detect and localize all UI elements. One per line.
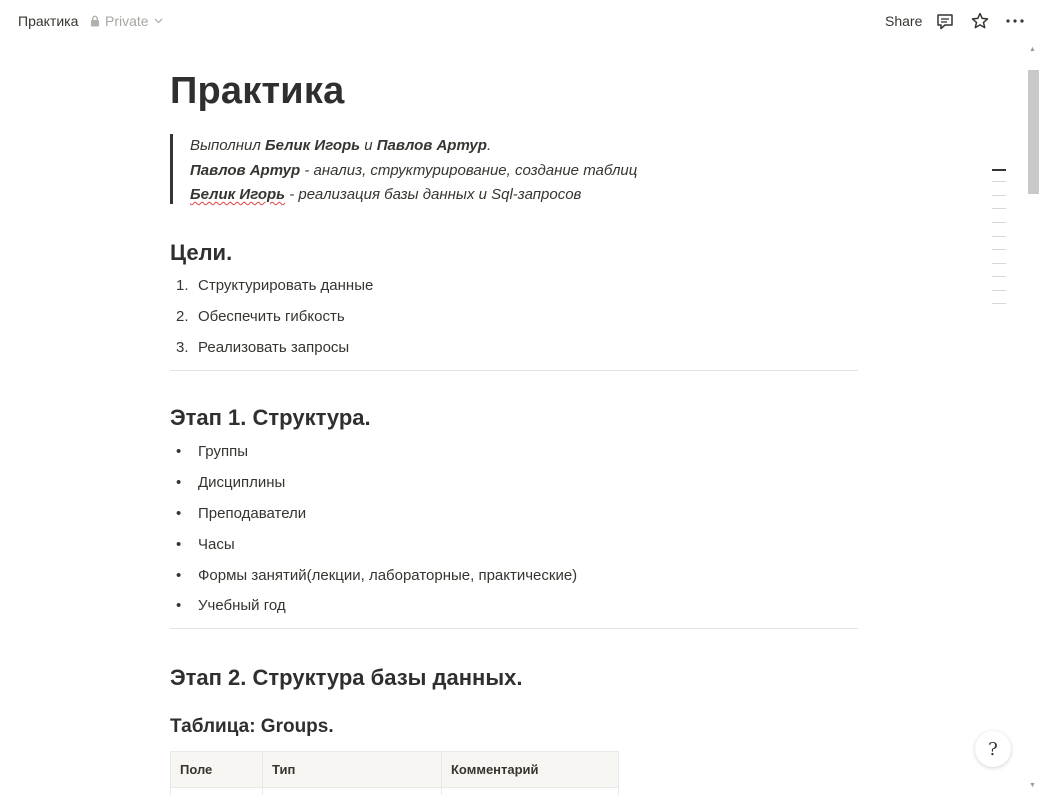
table-cell[interactable]	[262, 787, 442, 795]
top-bar: Практика Private Share	[0, 0, 1041, 44]
list-item[interactable]: • Учебный год	[176, 597, 286, 614]
list-item[interactable]: • Часы	[176, 536, 235, 553]
scroll-up-arrow[interactable]: ▲	[1029, 46, 1036, 53]
bullet-icon: •	[176, 597, 182, 614]
toc-line[interactable]	[992, 249, 1006, 250]
toc-line[interactable]	[992, 290, 1006, 291]
list-item[interactable]: 1. Структурировать данные	[176, 277, 373, 294]
help-button[interactable]: ?	[975, 731, 1011, 767]
bullet-icon: •	[176, 505, 182, 522]
toc-line[interactable]	[992, 195, 1006, 196]
table-row	[170, 787, 619, 795]
divider	[170, 370, 858, 371]
bullet-icon: •	[176, 443, 182, 460]
toc-line[interactable]	[992, 303, 1006, 304]
quote-line: Павлов Артур - анализ, структурирование,…	[190, 161, 638, 179]
comment-icon[interactable]	[935, 11, 955, 31]
list-item[interactable]: • Группы	[176, 443, 248, 460]
table-header-cell[interactable]: Поле	[170, 751, 263, 788]
table-header-cell[interactable]: Комментарий	[441, 751, 619, 788]
list-item[interactable]: 2. Обеспечить гибкость	[176, 308, 345, 325]
table-cell[interactable]	[170, 787, 263, 795]
bullet-icon: •	[176, 567, 182, 584]
toc-line[interactable]	[992, 236, 1006, 237]
toc-line[interactable]	[992, 208, 1006, 209]
quote-line: Белик Игорь - реализация базы данных и S…	[190, 186, 582, 203]
table-header-cell[interactable]: Тип	[262, 751, 442, 788]
help-icon: ?	[988, 738, 998, 760]
list-item[interactable]: • Формы занятий(лекции, лабораторные, пра…	[176, 567, 577, 584]
list-item[interactable]: 3. Реализовать запросы	[176, 339, 349, 356]
toc-line[interactable]	[992, 222, 1006, 223]
divider	[170, 628, 858, 629]
toc-line[interactable]	[992, 263, 1006, 264]
privacy-selector[interactable]: Private	[90, 13, 163, 29]
more-icon[interactable]	[1005, 11, 1025, 31]
scroll-down-arrow[interactable]: ▼	[1029, 782, 1036, 789]
toc-line[interactable]	[992, 276, 1006, 277]
bullet-icon: •	[176, 474, 182, 491]
stage1-heading[interactable]: Этап 1. Структура.	[170, 405, 371, 431]
table-header-row: Поле Тип Комментарий	[170, 751, 619, 788]
scrollbar-thumb[interactable]	[1028, 70, 1039, 194]
toc-line[interactable]	[992, 169, 1006, 171]
page-title[interactable]: Практика	[170, 70, 344, 113]
groups-table[interactable]: Поле Тип Комментарий	[170, 751, 619, 795]
quote-line: Выполнил Белик Игорь и Павлов Артур.	[190, 137, 492, 154]
toc-line[interactable]	[992, 181, 1006, 182]
lock-icon	[90, 15, 100, 27]
list-item[interactable]: • Преподаватели	[176, 505, 306, 522]
chevron-down-icon	[154, 18, 163, 24]
table-cell[interactable]	[441, 787, 619, 795]
privacy-label: Private	[105, 13, 149, 29]
list-item[interactable]: • Дисциплины	[176, 474, 285, 491]
goals-heading[interactable]: Цели.	[170, 240, 232, 266]
authors-quote[interactable]: Выполнил Белик Игорь и Павлов Артур. Пав…	[170, 134, 637, 204]
breadcrumb-page[interactable]: Практика	[18, 13, 78, 29]
table-title[interactable]: Таблица: Groups.	[170, 716, 334, 738]
star-icon[interactable]	[970, 11, 990, 31]
stage2-heading[interactable]: Этап 2. Структура базы данных.	[170, 665, 522, 691]
bullet-icon: •	[176, 536, 182, 553]
share-button[interactable]: Share	[885, 13, 922, 29]
